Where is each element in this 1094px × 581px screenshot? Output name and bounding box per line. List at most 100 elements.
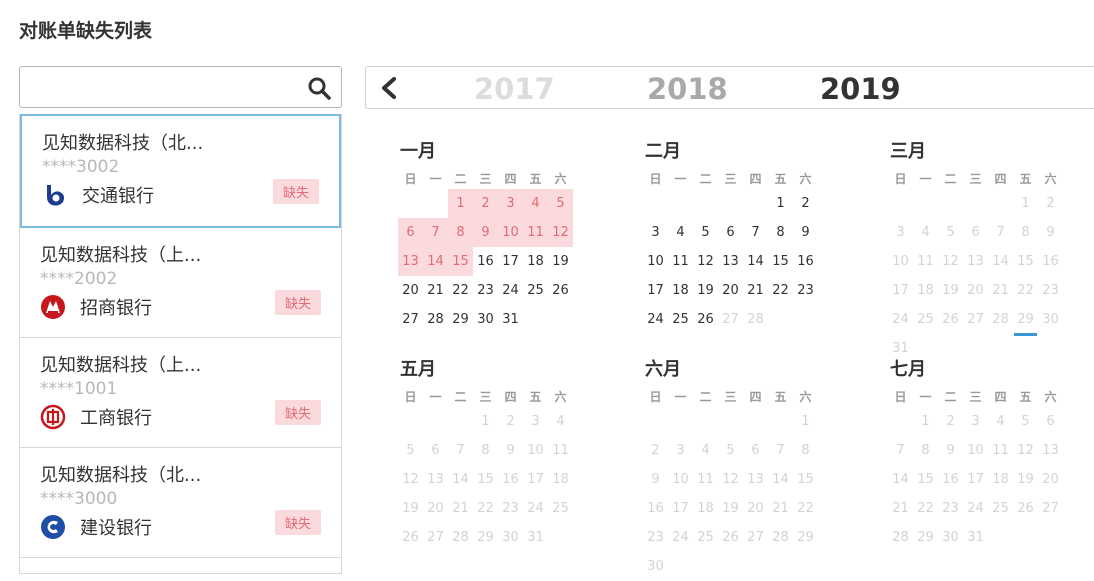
day-cell[interactable]: 12 xyxy=(398,465,423,494)
day-cell[interactable]: 18 xyxy=(668,276,693,305)
day-cell[interactable]: 12 xyxy=(1013,436,1038,465)
day-cell[interactable]: 14 xyxy=(743,247,768,276)
day-cell[interactable]: 2 xyxy=(1038,189,1063,218)
day-cell[interactable]: 29 xyxy=(793,523,818,552)
day-cell[interactable]: 17 xyxy=(888,276,913,305)
day-cell[interactable]: 27 xyxy=(963,305,988,334)
day-cell[interactable]: 29 xyxy=(1013,305,1038,336)
day-cell[interactable]: 30 xyxy=(938,523,963,552)
day-cell[interactable]: 31 xyxy=(498,305,523,334)
day-cell[interactable]: 8 xyxy=(1013,218,1038,247)
year-next[interactable]: 2019 xyxy=(820,72,901,106)
day-cell[interactable]: 18 xyxy=(548,465,573,494)
day-cell[interactable]: 11 xyxy=(523,218,548,247)
day-cell[interactable]: 5 xyxy=(693,218,718,247)
day-cell[interactable]: 2 xyxy=(498,407,523,436)
day-cell[interactable]: 10 xyxy=(523,436,548,465)
day-cell[interactable]: 15 xyxy=(793,465,818,494)
day-cell[interactable]: 7 xyxy=(743,218,768,247)
day-cell[interactable]: 8 xyxy=(448,218,473,247)
day-cell[interactable]: 13 xyxy=(423,465,448,494)
day-cell[interactable]: 30 xyxy=(1038,305,1063,334)
day-cell[interactable]: 25 xyxy=(668,305,693,334)
day-cell[interactable]: 19 xyxy=(398,494,423,523)
day-cell[interactable]: 29 xyxy=(913,523,938,552)
day-cell[interactable]: 21 xyxy=(768,494,793,523)
search-box[interactable] xyxy=(19,66,342,108)
day-cell[interactable]: 1 xyxy=(473,407,498,436)
day-cell[interactable]: 4 xyxy=(523,189,548,218)
day-cell[interactable]: 21 xyxy=(743,276,768,305)
day-cell[interactable]: 6 xyxy=(743,436,768,465)
day-cell[interactable]: 22 xyxy=(913,494,938,523)
day-cell[interactable]: 20 xyxy=(1038,465,1063,494)
day-cell[interactable]: 20 xyxy=(743,494,768,523)
day-cell[interactable]: 26 xyxy=(718,523,743,552)
day-cell[interactable]: 21 xyxy=(988,276,1013,305)
day-cell[interactable]: 21 xyxy=(423,276,448,305)
day-cell[interactable]: 2 xyxy=(643,436,668,465)
day-cell[interactable]: 6 xyxy=(1038,407,1063,436)
day-cell[interactable]: 3 xyxy=(668,436,693,465)
day-cell[interactable]: 10 xyxy=(643,247,668,276)
day-cell[interactable]: 19 xyxy=(693,276,718,305)
day-cell[interactable]: 3 xyxy=(963,407,988,436)
day-cell[interactable]: 31 xyxy=(963,523,988,552)
day-cell[interactable]: 22 xyxy=(473,494,498,523)
account-card[interactable]: 见知数据科技（上... ****2002 招商银行 缺失 xyxy=(20,228,341,338)
day-cell[interactable]: 11 xyxy=(988,436,1013,465)
day-cell[interactable]: 11 xyxy=(913,247,938,276)
day-cell[interactable]: 13 xyxy=(1038,436,1063,465)
day-cell[interactable]: 4 xyxy=(668,218,693,247)
day-cell[interactable]: 24 xyxy=(643,305,668,334)
day-cell[interactable]: 26 xyxy=(1013,494,1038,523)
day-cell[interactable]: 23 xyxy=(1038,276,1063,305)
day-cell[interactable]: 7 xyxy=(448,436,473,465)
day-cell[interactable]: 3 xyxy=(888,218,913,247)
day-cell[interactable]: 10 xyxy=(963,436,988,465)
day-cell[interactable]: 20 xyxy=(718,276,743,305)
day-cell[interactable]: 20 xyxy=(398,276,423,305)
day-cell[interactable]: 21 xyxy=(448,494,473,523)
day-cell[interactable]: 3 xyxy=(523,407,548,436)
day-cell[interactable]: 15 xyxy=(768,247,793,276)
day-cell[interactable]: 19 xyxy=(1013,465,1038,494)
day-cell[interactable]: 16 xyxy=(643,494,668,523)
day-cell[interactable]: 21 xyxy=(888,494,913,523)
day-cell[interactable]: 20 xyxy=(963,276,988,305)
day-cell[interactable]: 7 xyxy=(768,436,793,465)
day-cell[interactable]: 2 xyxy=(938,407,963,436)
day-cell[interactable]: 15 xyxy=(1013,247,1038,276)
day-cell[interactable]: 23 xyxy=(643,523,668,552)
day-cell[interactable]: 1 xyxy=(913,407,938,436)
day-cell[interactable]: 13 xyxy=(743,465,768,494)
day-cell[interactable]: 8 xyxy=(768,218,793,247)
day-cell[interactable]: 22 xyxy=(448,276,473,305)
day-cell[interactable]: 9 xyxy=(793,218,818,247)
day-cell[interactable]: 27 xyxy=(743,523,768,552)
day-cell[interactable]: 22 xyxy=(1013,276,1038,305)
day-cell[interactable]: 30 xyxy=(473,305,498,334)
day-cell[interactable]: 5 xyxy=(938,218,963,247)
day-cell[interactable]: 18 xyxy=(988,465,1013,494)
day-cell[interactable]: 14 xyxy=(988,247,1013,276)
day-cell[interactable]: 26 xyxy=(548,276,573,305)
day-cell[interactable]: 23 xyxy=(498,494,523,523)
chevron-left-icon[interactable] xyxy=(378,76,400,100)
day-cell[interactable]: 3 xyxy=(643,218,668,247)
day-cell[interactable]: 12 xyxy=(548,218,573,247)
account-card[interactable]: 见知数据科技（北... ****3002 交通银行 缺失 xyxy=(20,114,341,228)
day-cell[interactable]: 10 xyxy=(668,465,693,494)
day-cell[interactable]: 31 xyxy=(523,523,548,552)
day-cell[interactable]: 28 xyxy=(423,305,448,334)
search-icon[interactable] xyxy=(307,76,331,100)
day-cell[interactable]: 28 xyxy=(448,523,473,552)
day-cell[interactable]: 24 xyxy=(498,276,523,305)
day-cell[interactable]: 22 xyxy=(793,494,818,523)
day-cell[interactable]: 9 xyxy=(473,218,498,247)
day-cell[interactable]: 9 xyxy=(1038,218,1063,247)
day-cell[interactable]: 18 xyxy=(693,494,718,523)
day-cell[interactable]: 7 xyxy=(988,218,1013,247)
day-cell[interactable]: 4 xyxy=(548,407,573,436)
day-cell[interactable]: 23 xyxy=(473,276,498,305)
